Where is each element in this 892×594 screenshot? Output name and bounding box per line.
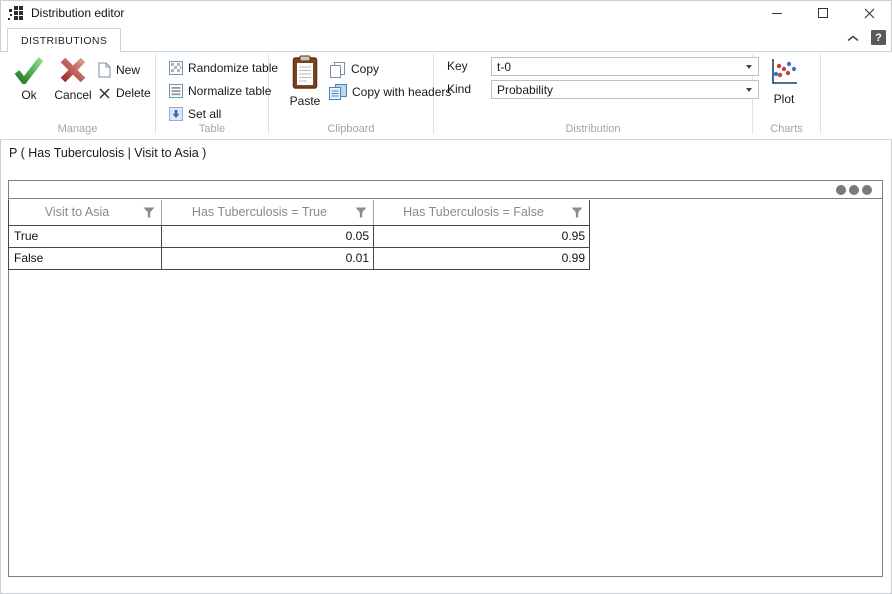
group-label-manage: Manage: [0, 123, 155, 135]
group-label-distribution: Distribution: [434, 123, 752, 135]
kind-dropdown-value: Probability: [492, 83, 746, 97]
help-icon: ?: [875, 32, 882, 44]
set-all-button[interactable]: Set all: [169, 104, 278, 124]
copy-with-headers-icon: [329, 84, 347, 101]
key-label: Key: [447, 57, 468, 76]
collapse-ribbon-button[interactable]: [845, 31, 861, 45]
table-row: False 0.01 0.99: [9, 247, 590, 269]
plot-button[interactable]: Plot: [761, 56, 807, 106]
delete-button-label: Delete: [116, 86, 151, 100]
dropdown-arrow-icon: [746, 65, 752, 69]
table-row: True 0.05 0.95: [9, 225, 590, 247]
column-header-visit-to-asia[interactable]: Visit to Asia: [9, 200, 162, 225]
group-label-table: Table: [156, 123, 268, 135]
kind-dropdown[interactable]: Probability: [491, 80, 759, 99]
ok-button-label: Ok: [21, 88, 36, 102]
tab-distributions[interactable]: DISTRIBUTIONS: [7, 28, 121, 52]
normalize-table-icon: [169, 84, 183, 98]
column-header-tb-true[interactable]: Has Tuberculosis = True: [162, 200, 374, 225]
maximize-button[interactable]: [800, 0, 846, 26]
set-all-arrow-icon: [169, 107, 183, 121]
group-label-clipboard: Clipboard: [269, 123, 433, 135]
group-clipboard: Paste Copy: [269, 52, 433, 139]
window-controls: [754, 0, 892, 26]
column-header-label: Has Tuberculosis = True: [192, 205, 327, 219]
group-label-charts: Charts: [753, 123, 820, 135]
cancel-button-label: Cancel: [54, 88, 91, 102]
delete-button[interactable]: Delete: [98, 83, 151, 103]
close-button[interactable]: [846, 0, 892, 26]
group-charts: Plot Charts: [753, 52, 820, 139]
distribution-expression: P ( Has Tuberculosis | Visit to Asia ): [9, 146, 206, 160]
new-button-label: New: [116, 63, 140, 77]
filter-icon[interactable]: [571, 207, 583, 218]
probability-cell[interactable]: 0.05: [162, 225, 374, 247]
column-header-label: Visit to Asia: [45, 205, 109, 219]
copy-icon: [329, 61, 346, 78]
group-table: Randomize table Normalize table: [156, 52, 268, 139]
panel-header-strip: [9, 181, 882, 199]
dropdown-arrow-icon: [746, 88, 752, 92]
window-title: Distribution editor: [31, 0, 124, 26]
group-distribution: Key t-0 Kind Probability Distribution: [434, 52, 752, 139]
randomize-table-button[interactable]: Randomize table: [169, 58, 278, 78]
distribution-table-panel: Visit to Asia Has Tuberculosis = True Ha…: [8, 180, 883, 577]
group-separator: [820, 54, 821, 134]
probability-cell[interactable]: 0.99: [374, 247, 590, 269]
set-all-label: Set all: [188, 107, 221, 121]
probability-cell[interactable]: 0.01: [162, 247, 374, 269]
maximize-icon: [818, 8, 828, 18]
chevron-up-icon: [847, 35, 859, 42]
normalize-table-label: Normalize table: [188, 84, 271, 98]
delete-x-icon: [98, 87, 111, 100]
new-document-icon: [98, 62, 111, 78]
kind-label: Kind: [447, 80, 471, 99]
minimize-button[interactable]: [754, 0, 800, 26]
panel-menu-button[interactable]: [836, 185, 872, 195]
paste-button[interactable]: Paste: [282, 55, 328, 108]
column-header-label: Has Tuberculosis = False: [403, 205, 544, 219]
ok-check-icon: [14, 56, 44, 84]
minimize-icon: [772, 13, 782, 14]
ribbon: Ok Cancel New: [0, 52, 892, 140]
probability-cell[interactable]: 0.95: [374, 225, 590, 247]
filter-icon[interactable]: [355, 207, 367, 218]
group-manage: Ok Cancel New: [0, 52, 155, 139]
plot-button-label: Plot: [774, 92, 795, 106]
normalize-table-button[interactable]: Normalize table: [169, 81, 278, 101]
dot-icon: [836, 185, 846, 195]
app-icon: [8, 5, 24, 21]
new-button[interactable]: New: [98, 60, 151, 80]
header-row: Visit to Asia Has Tuberculosis = True Ha…: [9, 200, 590, 225]
column-header-tb-false[interactable]: Has Tuberculosis = False: [374, 200, 590, 225]
filter-icon[interactable]: [143, 207, 155, 218]
key-dropdown[interactable]: t-0: [491, 57, 759, 76]
randomize-table-label: Randomize table: [188, 61, 278, 75]
help-button[interactable]: ?: [871, 30, 886, 45]
cancel-button[interactable]: Cancel: [50, 56, 96, 102]
randomize-table-icon: [169, 61, 183, 75]
row-state-cell[interactable]: True: [9, 225, 162, 247]
tab-distributions-label: DISTRIBUTIONS: [21, 35, 107, 47]
dot-icon: [862, 185, 872, 195]
titlebar: Distribution editor: [0, 0, 892, 26]
key-dropdown-value: t-0: [492, 60, 746, 74]
close-icon: [864, 8, 875, 19]
copy-button-label: Copy: [351, 62, 379, 76]
scatter-plot-icon: [768, 56, 800, 88]
paste-clipboard-icon: [292, 55, 318, 90]
distribution-editor-window: Distribution editor DISTRIBUTIONS ?: [0, 0, 892, 594]
row-state-cell[interactable]: False: [9, 247, 162, 269]
dot-icon: [849, 185, 859, 195]
paste-button-label: Paste: [290, 94, 321, 108]
cancel-x-icon: [59, 56, 87, 84]
ok-button[interactable]: Ok: [10, 56, 48, 102]
probability-table: Visit to Asia Has Tuberculosis = True Ha…: [8, 200, 590, 270]
